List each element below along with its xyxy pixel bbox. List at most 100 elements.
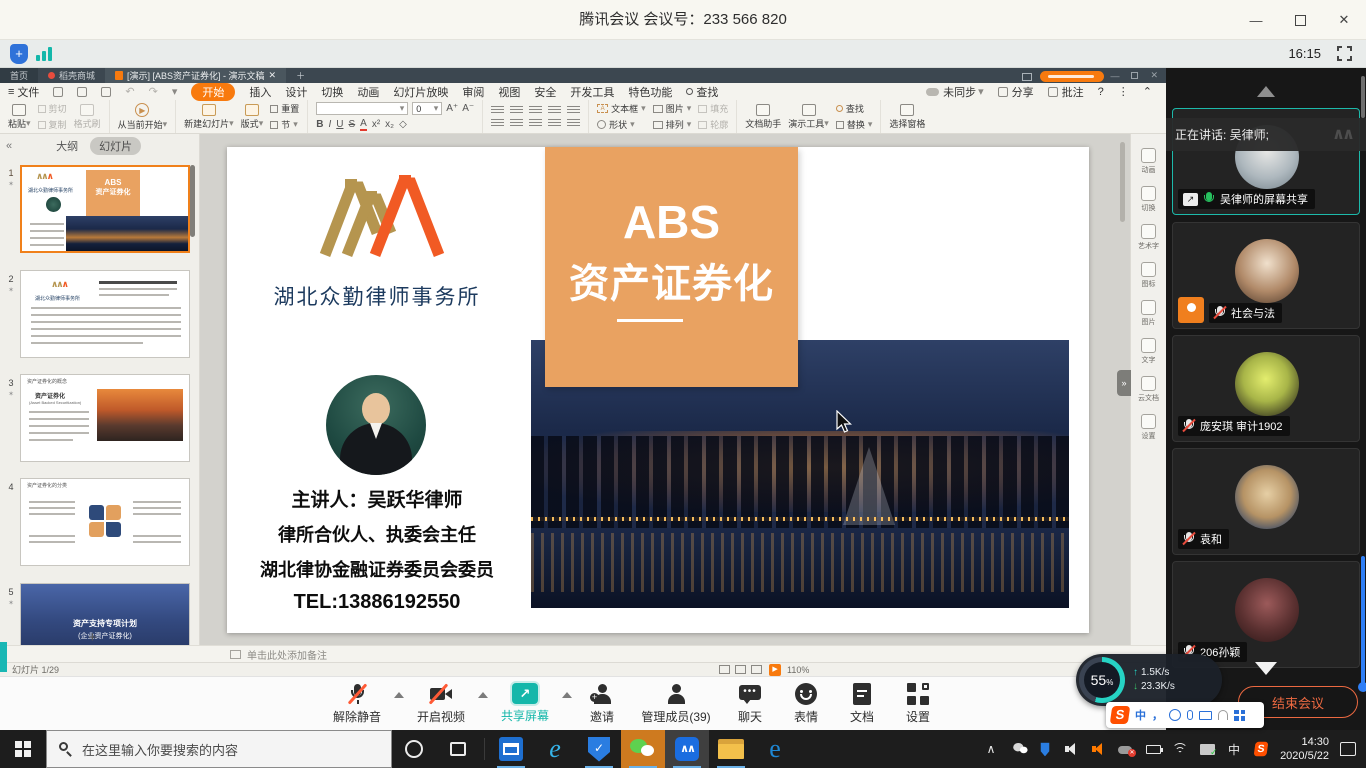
- sogou-logo-icon[interactable]: S: [1110, 706, 1131, 724]
- sidebar-item-transition[interactable]: 切换: [1141, 186, 1156, 213]
- font-larger-button[interactable]: A⁺: [446, 103, 458, 114]
- tray-sogou-icon[interactable]: S: [1253, 741, 1269, 757]
- copy-button[interactable]: 复制: [38, 118, 67, 131]
- ribbon-tab-design[interactable]: 设计: [285, 84, 307, 100]
- ribbon-tab-devtools[interactable]: 开发工具: [570, 84, 614, 100]
- slide-thumbnail-4[interactable]: 资产证券化的分类: [20, 478, 190, 566]
- tray-expand-icon[interactable]: ∧: [983, 741, 999, 757]
- scroll-up-icon[interactable]: [1257, 86, 1275, 97]
- file-menu[interactable]: ≡文件: [8, 84, 39, 100]
- task-view-button[interactable]: [436, 730, 480, 768]
- taskbar-app-ie[interactable]: e: [533, 730, 577, 768]
- wps-promo-pill[interactable]: [1040, 71, 1104, 82]
- align-right-icon[interactable]: [529, 119, 542, 128]
- action-center-icon[interactable]: [1340, 742, 1356, 756]
- normal-view-icon[interactable]: [719, 665, 730, 674]
- font-name-input[interactable]: ▾: [316, 102, 408, 115]
- font-size-input[interactable]: 0▾: [412, 102, 442, 115]
- shape-button[interactable]: 形状▾: [597, 118, 635, 131]
- wps-tab-docer[interactable]: 稻壳商城: [38, 68, 105, 83]
- cut-button[interactable]: 剪切: [38, 102, 67, 115]
- sync-status[interactable]: 未同步▾: [926, 84, 984, 100]
- taskbar-app-meeting[interactable]: ∧∧: [665, 730, 709, 768]
- sidebar-item-pictures[interactable]: 图片: [1141, 300, 1156, 327]
- comment-button[interactable]: 批注: [1048, 84, 1084, 100]
- undo-icon[interactable]: ↶: [125, 85, 134, 98]
- sidebar-item-text[interactable]: 文字: [1141, 338, 1156, 365]
- panel-scrollbar[interactable]: [1361, 556, 1365, 686]
- italic-button[interactable]: I: [328, 119, 331, 130]
- unmute-button[interactable]: 解除静音: [322, 683, 392, 725]
- selection-pane-button[interactable]: 选择窗格: [889, 104, 925, 130]
- tray-security-card-icon[interactable]: [1199, 741, 1215, 757]
- section-button[interactable]: 节▾: [270, 118, 298, 131]
- ime-toolbox-icon[interactable]: [1234, 710, 1245, 721]
- ribbon-tab-animation[interactable]: 动画: [357, 84, 379, 100]
- security-shield-icon[interactable]: +: [10, 44, 28, 64]
- help-icon[interactable]: ?: [1098, 86, 1104, 98]
- panel-scrollbar[interactable]: [190, 165, 195, 237]
- sidebar-item-cloud[interactable]: 云文档: [1138, 376, 1159, 403]
- minimize-button[interactable]: —: [1234, 0, 1278, 40]
- ribbon-tab-insert[interactable]: 插入: [249, 84, 271, 100]
- replace-button[interactable]: 替换▾: [836, 118, 873, 131]
- indent-decrease-icon[interactable]: [529, 106, 542, 115]
- align-left-icon[interactable]: [491, 119, 504, 128]
- slide-thumbnail-5[interactable]: 资产支持专项计划 (企业资产证券化): [20, 583, 190, 645]
- new-slide-button[interactable]: 新建幻灯片▾: [184, 104, 234, 130]
- new-tab-button[interactable]: ＋: [286, 68, 315, 83]
- outline-button[interactable]: 轮廓: [698, 118, 728, 131]
- scroll-down-icon[interactable]: [1255, 662, 1277, 675]
- print-icon[interactable]: [77, 87, 87, 97]
- chat-button[interactable]: ••• 聊天: [722, 683, 778, 725]
- ime-mode-chinese[interactable]: 中: [1135, 707, 1146, 723]
- cortana-button[interactable]: [392, 730, 436, 768]
- arrange-button[interactable]: 排列▾: [653, 118, 692, 131]
- tray-volume-orange-icon[interactable]: [1091, 741, 1107, 757]
- sidebar-item-settings[interactable]: 设置: [1141, 414, 1156, 441]
- panel-scrollbar-top[interactable]: [1361, 76, 1365, 118]
- docs-button[interactable]: 文档: [834, 683, 890, 725]
- sidebar-item-icons[interactable]: 图标: [1141, 262, 1156, 289]
- sidebar-item-wordart[interactable]: 艺术字: [1138, 224, 1159, 251]
- sidebar-item-animation[interactable]: 动画: [1141, 148, 1156, 175]
- justify-icon[interactable]: [548, 119, 561, 128]
- start-video-button[interactable]: 开启视频: [406, 683, 476, 725]
- tab-layout-icon[interactable]: [1022, 73, 1032, 81]
- current-slide[interactable]: 湖北众勤律师事务所 ABS 资产证券化 主讲人：吴跃华律师 律所合伙人、执委会主…: [227, 147, 1089, 633]
- emoji-button[interactable]: 表情: [778, 683, 834, 725]
- participant-tile[interactable]: 袁和: [1172, 448, 1360, 555]
- slideshow-button[interactable]: ▶: [769, 664, 781, 676]
- ribbon-tab-transition[interactable]: 切换: [321, 84, 343, 100]
- collapse-panel-icon[interactable]: «: [6, 140, 12, 152]
- taskbar-app-explorer[interactable]: [709, 730, 753, 768]
- tray-shield-icon[interactable]: [1037, 741, 1053, 757]
- ime-emoji-icon[interactable]: [1169, 709, 1181, 721]
- ribbon-tab-features[interactable]: 特色功能: [628, 84, 672, 100]
- play-from-current-button[interactable]: ▶ 从当前开始▾: [118, 103, 168, 131]
- bullet-list-icon[interactable]: [491, 106, 504, 115]
- close-button[interactable]: ✕: [1322, 0, 1366, 40]
- tray-battery-icon[interactable]: [1145, 741, 1161, 757]
- taskbar-app-pcmanager[interactable]: ✓: [577, 730, 621, 768]
- present-tools-button[interactable]: 演示工具▾: [788, 104, 829, 130]
- taskbar-search[interactable]: 在这里输入你要搜索的内容: [46, 730, 392, 768]
- reading-view-icon[interactable]: [751, 665, 762, 674]
- font-smaller-button[interactable]: A⁻: [462, 103, 474, 114]
- notes-bar[interactable]: 单击此处添加备注: [0, 645, 1166, 662]
- tray-cloud-sync-icon[interactable]: ✕: [1118, 741, 1134, 757]
- wps-maximize-icon[interactable]: [1131, 72, 1138, 79]
- mic-options-caret[interactable]: [394, 692, 404, 698]
- share-screen-button[interactable]: ↗ 共享屏幕: [490, 683, 560, 724]
- ribbon-tab-slideshow[interactable]: 幻灯片放映: [393, 84, 448, 100]
- wps-tab-home[interactable]: 首页: [0, 68, 38, 83]
- superscript-button[interactable]: x²: [372, 119, 380, 130]
- wps-minimize-icon[interactable]: —: [1110, 71, 1119, 81]
- share-options-caret[interactable]: [562, 692, 572, 698]
- fill-button[interactable]: 填充: [698, 102, 728, 115]
- textbox-button[interactable]: A文本框▾: [597, 102, 646, 115]
- toolbar-options-caret[interactable]: ▾: [172, 85, 178, 98]
- ribbon-tab-review[interactable]: 审阅: [462, 84, 484, 100]
- ribbon-tab-security[interactable]: 安全: [534, 84, 556, 100]
- reset-button[interactable]: 重置: [270, 102, 299, 115]
